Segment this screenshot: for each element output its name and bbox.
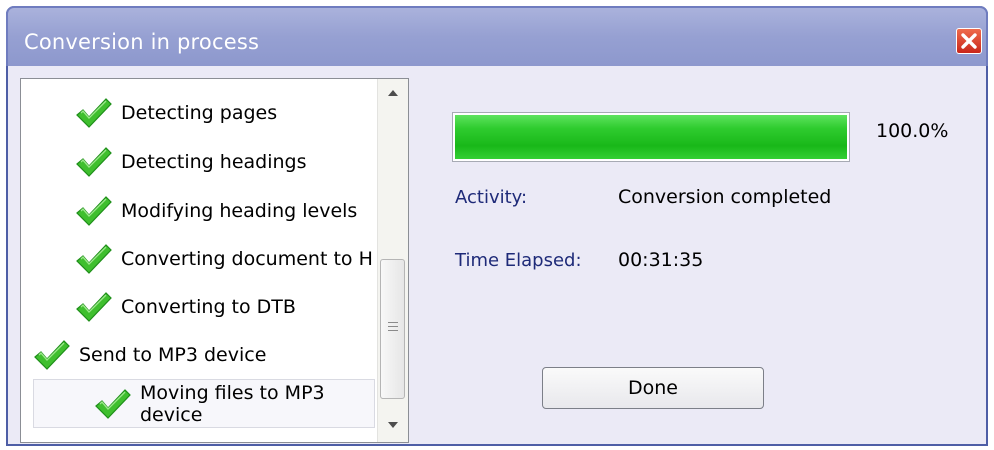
- scroll-up-button[interactable]: [380, 81, 405, 104]
- task-list-scrollbar[interactable]: [377, 79, 408, 442]
- task-item[interactable]: Send to MP3 device: [31, 330, 266, 379]
- checkmark-icon: [34, 339, 70, 370]
- checkmark-icon: [76, 97, 112, 128]
- task-label: Send to MP3 device: [79, 343, 267, 366]
- task-label: Moving files to MP3 device: [140, 381, 325, 426]
- time-elapsed-label: Time Elapsed:: [455, 250, 582, 271]
- task-label: Converting document to H: [121, 247, 373, 270]
- checkmark-icon: [76, 243, 112, 274]
- task-item[interactable]: Modifying heading levels: [73, 186, 357, 235]
- checkmark-icon: [76, 291, 112, 322]
- checkmark-icon: [95, 388, 131, 419]
- task-item[interactable]: Converting to DTB: [73, 282, 296, 331]
- window-title: Conversion in process: [24, 30, 260, 54]
- chevron-up-icon: [387, 90, 398, 96]
- grip-icon: [388, 322, 398, 334]
- task-item[interactable]: Detecting pages: [73, 88, 277, 137]
- activity-value: Conversion completed: [618, 186, 832, 208]
- scroll-thumb[interactable]: [380, 259, 405, 399]
- task-item[interactable]: Moving files to MP3 device: [33, 379, 375, 428]
- checkmark-icon: [76, 146, 112, 177]
- task-item[interactable]: Detecting headings: [73, 137, 307, 186]
- task-label: Converting to DTB: [121, 295, 296, 318]
- task-label: Detecting headings: [121, 150, 307, 173]
- done-button[interactable]: Done: [542, 367, 764, 409]
- chevron-down-icon: [387, 422, 398, 428]
- task-label: Detecting pages: [121, 101, 278, 124]
- task-item[interactable]: Converting document to H: [73, 234, 373, 283]
- task-list[interactable]: Detecting pages Detecting headings Modifyi…: [20, 78, 409, 443]
- progress-fill: [455, 115, 847, 159]
- progress-percent: 100.0%: [876, 120, 949, 142]
- close-button[interactable]: [956, 28, 982, 54]
- scroll-down-button[interactable]: [380, 414, 405, 437]
- activity-label: Activity:: [455, 187, 528, 208]
- title-bar: Conversion in process: [6, 6, 988, 66]
- close-icon: [961, 33, 977, 49]
- time-elapsed-value: 00:31:35: [618, 249, 704, 271]
- checkmark-icon: [76, 195, 112, 226]
- task-label: Modifying heading levels: [121, 199, 358, 222]
- progress-bar: [452, 112, 850, 162]
